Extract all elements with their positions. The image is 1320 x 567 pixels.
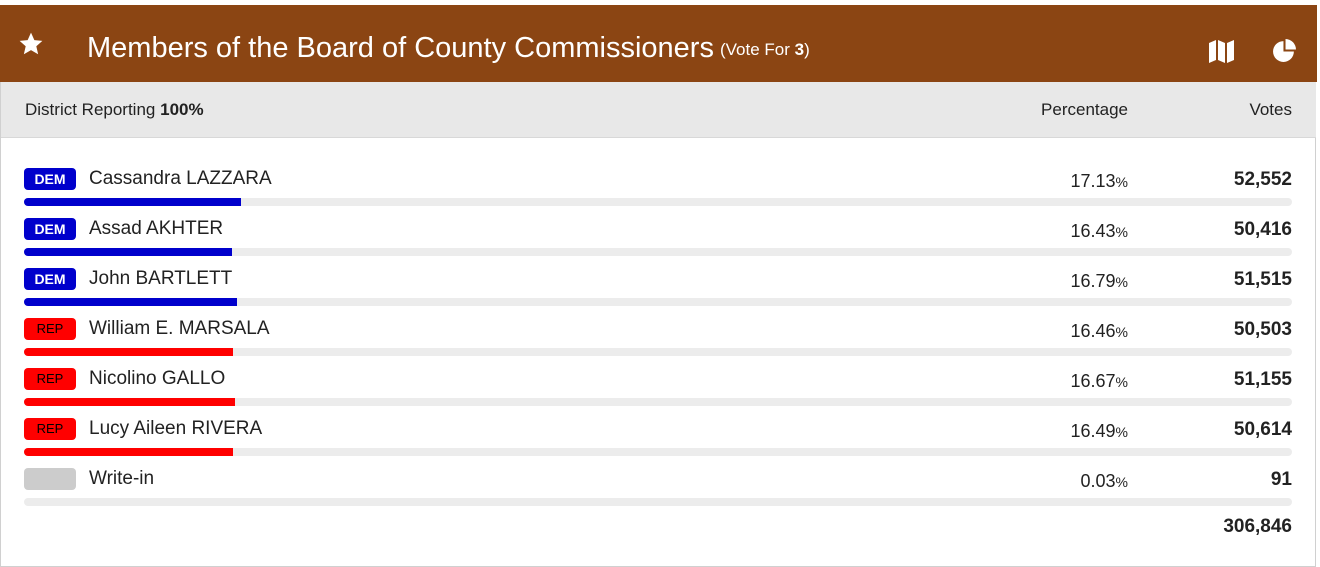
vote-share-bar [24, 198, 241, 206]
candidate-row: REP Lucy Aileen RIVERA 16.49% 50,614 [24, 410, 1292, 460]
candidate-name: Nicolino GALLO [89, 368, 226, 389]
candidate-name: Lucy Aileen RIVERA [89, 418, 263, 439]
candidate-percentage: 16.79% [1070, 271, 1129, 291]
party-badge: DEM [24, 168, 76, 190]
party-badge: REP [24, 368, 76, 390]
party-badge: REP [24, 418, 76, 440]
contest-title: Members of the Board of County Commissio… [87, 32, 714, 64]
vote-share-bar-track [24, 198, 1292, 206]
candidate-name: Assad AKHTER [89, 218, 224, 239]
candidate-name: John BARTLETT [89, 268, 233, 289]
vote-share-bar-track [24, 248, 1292, 256]
vote-share-bar [24, 248, 232, 256]
vote-share-bar-track [24, 398, 1292, 406]
candidate-votes: 91 [1270, 469, 1292, 490]
vote-share-bar [24, 348, 233, 356]
candidate-percentage: 17.13% [1070, 171, 1129, 191]
party-badge: DEM [24, 268, 76, 290]
vote-share-bar-track [24, 348, 1292, 356]
candidate-row: DEM Cassandra LAZZARA 17.13% 52,552 [24, 160, 1292, 210]
candidate-row: REP Nicolino GALLO 16.67% 51,155 [24, 360, 1292, 410]
candidate-votes: 51,155 [1233, 369, 1292, 390]
vote-share-bar-track [24, 498, 1292, 506]
candidate-row: DEM John BARTLETT 16.79% 51,515 [24, 260, 1292, 310]
party-badge [24, 468, 76, 490]
vote-for-label: (Vote For 3) [720, 40, 810, 59]
vote-share-bar [24, 298, 237, 306]
pie-chart-icon[interactable] [1272, 38, 1297, 63]
vote-share-bar-track [24, 448, 1292, 456]
candidate-row: DEM Assad AKHTER 16.43% 50,416 [24, 210, 1292, 260]
votes-column-header: Votes [1249, 100, 1292, 119]
party-badge: REP [24, 318, 76, 340]
total-votes: 306,846 [1223, 516, 1292, 537]
candidate-votes: 51,515 [1233, 269, 1292, 290]
map-icon[interactable] [1208, 38, 1235, 64]
candidate-row: Write-in 0.03% 91 [24, 460, 1292, 510]
vote-share-bar [24, 398, 235, 406]
candidate-percentage: 16.49% [1070, 421, 1129, 441]
candidate-percentage: 16.46% [1070, 321, 1129, 341]
candidate-votes: 50,416 [1233, 219, 1292, 240]
vote-share-bar [24, 448, 233, 456]
candidate-name: Cassandra LAZZARA [89, 168, 272, 189]
candidate-votes: 50,614 [1233, 419, 1292, 440]
candidate-name: Write-in [89, 468, 155, 489]
percentage-column-header: Percentage [1041, 100, 1128, 119]
star-icon[interactable] [18, 31, 44, 57]
district-reporting: District Reporting 100% [25, 100, 204, 119]
candidate-votes: 52,552 [1233, 169, 1292, 190]
contest-header: Members of the Board of County Commissio… [0, 5, 1317, 82]
results-subheader: District Reporting 100% Percentage Votes [1, 82, 1316, 138]
candidate-votes: 50,503 [1233, 319, 1292, 340]
candidate-percentage: 16.43% [1070, 221, 1129, 241]
candidate-row: REP William E. MARSALA 16.46% 50,503 [24, 310, 1292, 360]
candidate-percentage: 0.03% [1080, 471, 1129, 491]
candidate-name: William E. MARSALA [89, 318, 270, 339]
party-badge: DEM [24, 218, 76, 240]
candidate-percentage: 16.67% [1070, 371, 1129, 391]
vote-share-bar-track [24, 298, 1292, 306]
